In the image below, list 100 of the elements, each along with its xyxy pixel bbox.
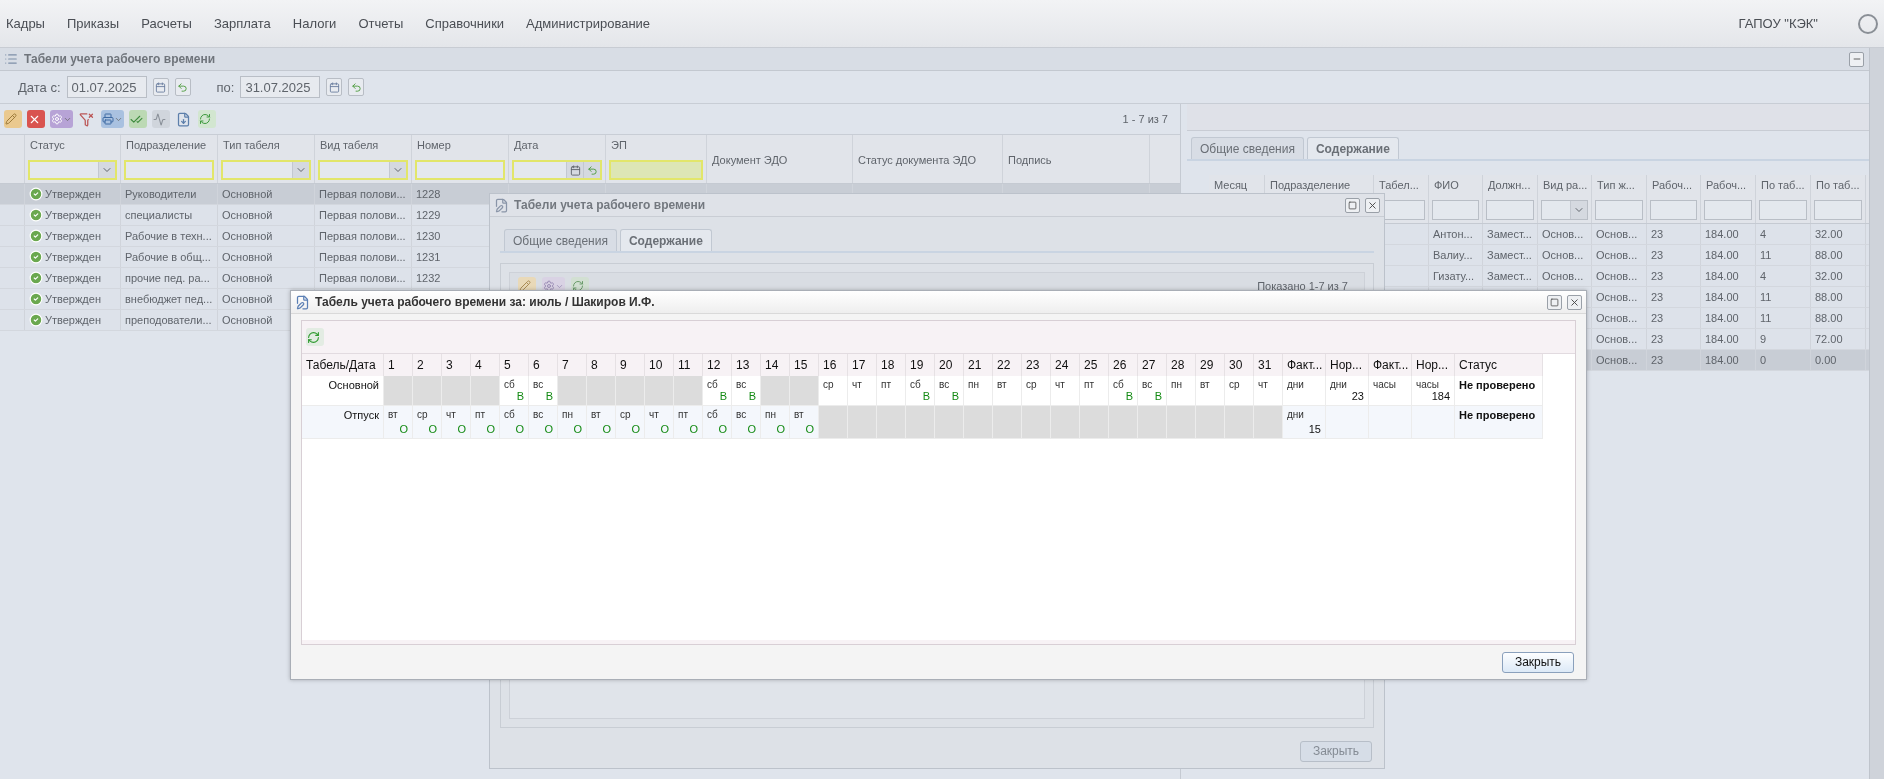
day-cell: вс В [935, 376, 964, 406]
table-cell: 184.00 [1705, 291, 1739, 303]
table-cell: 23 [1651, 228, 1664, 240]
table-cell: 88.00 [1815, 312, 1843, 324]
table-cell: 1231 [416, 251, 441, 263]
table-cell: Гизату... [1433, 270, 1475, 282]
table-cell: 184.00 [1705, 333, 1739, 345]
day-cell: пн О [558, 406, 587, 439]
table-cell: 23 [1651, 270, 1664, 282]
window-title: Табели учета рабочего времени [514, 198, 706, 212]
table-cell: прочие пед. ра... [125, 272, 210, 284]
day-cell: ср [1225, 376, 1254, 406]
table-cell: Основ... [1596, 291, 1638, 303]
day-cell: вт [993, 376, 1022, 406]
table-cell: Основ... [1596, 270, 1638, 282]
day-cell: сб О [500, 406, 529, 439]
table-cell: Основ... [1542, 270, 1584, 282]
table-cell: Основ... [1596, 312, 1638, 324]
table-cell: Основной [222, 209, 273, 221]
table-cell: 184.00 [1705, 354, 1739, 366]
day-cell: пн О [761, 406, 790, 439]
table-cell: Основ... [1596, 249, 1638, 261]
table-cell: Первая полови... [319, 188, 406, 200]
table-cell: 184.00 [1705, 249, 1739, 261]
table-cell: специалисты [125, 209, 193, 221]
day-cell: сб В [703, 376, 732, 406]
day-cell: вт [1196, 376, 1225, 406]
day-cell: чт [1254, 376, 1283, 406]
table-cell: Первая полови... [319, 230, 406, 242]
organization-name: ГАПОУ "КЭК" [1738, 16, 1818, 31]
table-cell: Руководители [125, 188, 197, 200]
table-cell: 88.00 [1815, 249, 1843, 261]
total-cell: дни 15 [1283, 406, 1326, 439]
day-cell: вт О [587, 406, 616, 439]
table-cell: 88.00 [1815, 291, 1843, 303]
day-cell: пт [1080, 376, 1109, 406]
table-cell: Основной [222, 230, 273, 242]
day-cell: сб В [906, 376, 935, 406]
day-cell: вс В [529, 376, 558, 406]
table-cell: 184.00 [1705, 270, 1739, 282]
day-cell: пт О [674, 406, 703, 439]
table-cell: Основ... [1596, 228, 1638, 240]
table-cell: 1229 [416, 209, 441, 221]
table-cell: 23 [1651, 249, 1664, 261]
total-cell: дни 23 [1326, 376, 1369, 406]
table-cell: 1232 [416, 272, 441, 284]
table-cell: Основ... [1542, 249, 1584, 261]
panel-title: Табели учета рабочего времени [24, 52, 216, 66]
status-cell: Не проверено [1455, 376, 1543, 406]
table-cell: Антон... [1433, 228, 1473, 240]
table-cell: 11 [1760, 291, 1772, 303]
day-cell: ср О [616, 406, 645, 439]
table-cell: 11 [1760, 312, 1772, 324]
table-cell: Основ... [1596, 333, 1638, 345]
table-cell: 4 [1760, 270, 1767, 282]
table-cell: Замест... [1487, 270, 1532, 282]
table-cell: Утвержден [45, 272, 101, 284]
day-cell: пт О [471, 406, 500, 439]
table-cell: Основной [222, 272, 273, 284]
table-cell: Утвержден [45, 314, 101, 326]
day-cell: пт [877, 376, 906, 406]
day-cell: вс В [732, 376, 761, 406]
table-cell: 1228 [416, 188, 441, 200]
day-cell: ср [1022, 376, 1051, 406]
day-cell: сб В [1109, 376, 1138, 406]
status-cell: Не проверено [1455, 406, 1543, 439]
table-cell: 23 [1651, 354, 1664, 366]
table-cell: 184.00 [1705, 228, 1739, 240]
window-title: Табель учета рабочего времени за: июль / Шакиров И.Ф. [315, 295, 655, 309]
table-cell: 72.00 [1815, 333, 1843, 345]
table-cell: Основной [222, 251, 273, 263]
day-cell: ср О [413, 406, 442, 439]
table-cell: Утвержден [45, 293, 101, 305]
day-cell: вс О [529, 406, 558, 439]
pager-text: 1 - 7 из 7 [1122, 113, 1168, 125]
table-cell: Замест... [1487, 249, 1532, 261]
table-cell: 23 [1651, 333, 1664, 345]
table-cell: 1230 [416, 230, 441, 242]
day-cell: чт [1051, 376, 1080, 406]
row-label: Отпуск [302, 406, 384, 439]
table-cell: Основ... [1596, 354, 1638, 366]
row-label: Основной [302, 376, 384, 406]
field-label: по: [216, 79, 235, 95]
table-cell: 9 [1760, 333, 1767, 345]
table-cell: Рабочие в техн... [125, 230, 212, 242]
table-cell: 184.00 [1705, 312, 1739, 324]
table-cell: Первая полови... [319, 251, 406, 263]
day-cell: вс О [732, 406, 761, 439]
field-label: Дата с: [18, 79, 61, 95]
table-cell: 4 [1760, 228, 1767, 240]
table-cell: 32.00 [1815, 270, 1843, 282]
table-cell: 0 [1760, 354, 1767, 366]
table-cell: Основной [222, 314, 273, 326]
table-cell: Утвержден [45, 188, 101, 200]
day-cell: вт О [790, 406, 819, 439]
table-cell: Утвержден [45, 251, 101, 263]
table-cell: Основной [222, 188, 273, 200]
table-cell: 0.00 [1815, 354, 1837, 366]
table-cell: Утвержден [45, 230, 101, 242]
total-cell: часы 184 [1412, 376, 1455, 406]
